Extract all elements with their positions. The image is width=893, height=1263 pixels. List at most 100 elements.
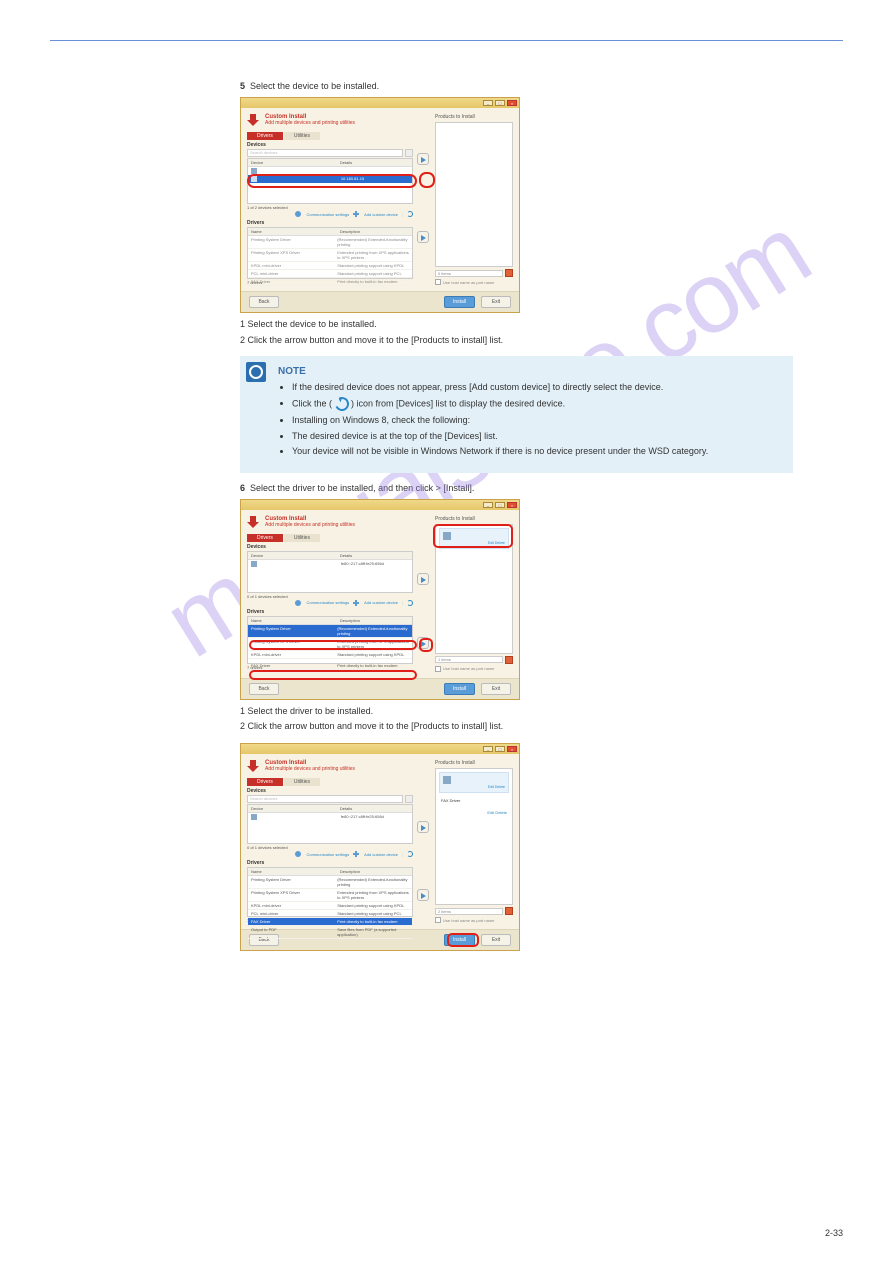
drivers-label: Drivers bbox=[247, 220, 429, 226]
product-edit-delete[interactable]: Edit Delete bbox=[487, 810, 507, 815]
note-box: NOTE If the desired device does not appe… bbox=[240, 356, 793, 472]
exit-button[interactable]: Exit bbox=[481, 683, 511, 695]
driver-row-selected[interactable]: Printing System Driver(Recommended) Exte… bbox=[248, 625, 412, 638]
tab-utilities[interactable]: Utilities bbox=[284, 778, 320, 786]
step-5-intro: 5 Select the device to be installed. bbox=[240, 81, 843, 91]
driver-row[interactable]: PCL mini-driverStandard printing support… bbox=[248, 270, 412, 278]
min-button[interactable]: – bbox=[483, 502, 493, 508]
printer-icon bbox=[251, 561, 257, 567]
add-custom-device-link[interactable]: Add custom device bbox=[364, 212, 398, 217]
device-selection-count: 0 of 1 devices selected bbox=[247, 845, 413, 850]
product-entry[interactable]: Edit Delete bbox=[439, 528, 509, 549]
move-device-right-button[interactable] bbox=[417, 821, 429, 833]
move-device-right-button[interactable] bbox=[417, 153, 429, 165]
back-button[interactable]: Back bbox=[249, 296, 279, 308]
driver-row[interactable]: KPDL mini-driverStandard printing suppor… bbox=[248, 262, 412, 270]
move-device-right-button[interactable] bbox=[417, 573, 429, 585]
driver-row[interactable]: Output to PDFSave files from PDF (a supp… bbox=[248, 926, 412, 939]
comm-settings-link[interactable]: Communication settings bbox=[306, 852, 349, 857]
col-device: Device bbox=[248, 159, 337, 166]
device-search[interactable]: Search devices bbox=[247, 795, 403, 803]
use-hostname-label: Use host name as port name bbox=[443, 918, 494, 923]
driver-row[interactable]: KPDL mini-driverStandard printing suppor… bbox=[248, 902, 412, 910]
exit-button[interactable]: Exit bbox=[481, 934, 511, 946]
use-hostname-checkbox[interactable] bbox=[435, 279, 441, 285]
download-icon bbox=[247, 516, 261, 530]
devices-label: Devices bbox=[247, 544, 429, 550]
add-device-icon bbox=[353, 851, 359, 857]
step-5a: 1 Select the device to be installed. bbox=[240, 319, 843, 331]
delete-button[interactable] bbox=[505, 656, 513, 664]
product-edit-delete[interactable]: Edit Delete bbox=[443, 785, 505, 789]
close-button[interactable]: × bbox=[507, 502, 517, 508]
back-button[interactable]: Back bbox=[249, 683, 279, 695]
tab-drivers[interactable]: Drivers bbox=[247, 534, 283, 542]
products-list: Edit Delete FAX Driver Edit Delete bbox=[435, 768, 513, 905]
refresh-icon[interactable] bbox=[407, 211, 413, 217]
comm-settings-link[interactable]: Communication settings bbox=[306, 600, 349, 605]
tab-utilities[interactable]: Utilities bbox=[284, 132, 320, 140]
search-icon[interactable] bbox=[405, 795, 413, 803]
driver-row[interactable]: Printing System XPS DriverExtended print… bbox=[248, 889, 412, 902]
driver-row[interactable]: PCL mini-driverStandard printing support… bbox=[248, 910, 412, 918]
header-rule bbox=[50, 40, 843, 41]
wizard-subtitle: Add multiple devices and printing utilit… bbox=[265, 522, 355, 528]
delete-button[interactable] bbox=[505, 269, 513, 277]
add-custom-device-link[interactable]: Add custom device bbox=[364, 600, 398, 605]
move-driver-right-button[interactable] bbox=[417, 637, 429, 649]
note-bullet: Installing on Windows 8, check the follo… bbox=[292, 414, 781, 427]
device-row-selected[interactable]: 10.180.81.15 bbox=[248, 175, 412, 183]
exit-button[interactable]: Exit bbox=[481, 296, 511, 308]
move-driver-right-button[interactable] bbox=[417, 889, 429, 901]
min-button[interactable]: – bbox=[483, 100, 493, 106]
device-row[interactable] bbox=[248, 167, 412, 175]
driver-row[interactable]: Printing System Driver(Recommended) Exte… bbox=[248, 236, 412, 249]
step-6a: 1 Select the driver to be installed. bbox=[240, 706, 843, 718]
driver-row-fax-selected[interactable]: FAX DriverPrint directly to built-in fax… bbox=[248, 918, 412, 926]
driver-row[interactable]: Printing System XPS DriverExtended print… bbox=[248, 249, 412, 262]
products-to-install-label: Products to Install bbox=[435, 516, 513, 522]
tab-utilities[interactable]: Utilities bbox=[284, 534, 320, 542]
product-entry[interactable]: Edit Delete bbox=[439, 772, 509, 793]
max-button[interactable]: □ bbox=[495, 502, 505, 508]
use-hostname-checkbox[interactable] bbox=[435, 666, 441, 672]
comm-settings-icon bbox=[295, 600, 301, 606]
refresh-icon bbox=[333, 395, 351, 413]
product-entry-fax[interactable]: FAX Driver bbox=[439, 796, 509, 805]
close-button[interactable]: × bbox=[507, 746, 517, 752]
refresh-icon[interactable] bbox=[407, 851, 413, 857]
refresh-icon[interactable] bbox=[407, 600, 413, 606]
delete-button[interactable] bbox=[505, 907, 513, 915]
product-edit-delete[interactable]: Edit Delete bbox=[443, 541, 505, 545]
tab-drivers[interactable]: Drivers bbox=[247, 132, 283, 140]
device-row[interactable]: fe80::217:c8ff:fe25:656d bbox=[248, 813, 412, 821]
move-driver-right-button[interactable] bbox=[417, 231, 429, 243]
use-hostname-label: Use host name as port name bbox=[443, 280, 494, 285]
min-button[interactable]: – bbox=[483, 746, 493, 752]
add-custom-device-link[interactable]: Add custom device bbox=[364, 852, 398, 857]
install-button[interactable]: Install bbox=[444, 296, 475, 308]
col-details: Details bbox=[337, 159, 412, 166]
driver-row[interactable]: Printing System XPS DriverExtended print… bbox=[248, 638, 412, 651]
driver-row[interactable]: Printing System Driver(Recommended) Exte… bbox=[248, 876, 412, 889]
comm-settings-link[interactable]: Communication settings bbox=[306, 212, 349, 217]
install-button[interactable]: Install bbox=[444, 683, 475, 695]
driver-row-fax[interactable]: FAX DriverPrint directly to built-in fax… bbox=[248, 662, 412, 670]
close-button[interactable]: × bbox=[507, 100, 517, 106]
device-row[interactable]: fe80::217:c8ff:fe25:656d bbox=[248, 560, 412, 568]
driver-row[interactable]: KPDL mini-driverStandard printing suppor… bbox=[248, 651, 412, 659]
use-hostname-checkbox[interactable] bbox=[435, 917, 441, 923]
note-bullet: Click the ( ) icon from [Devices] list t… bbox=[292, 397, 781, 411]
items-count: 0 items bbox=[435, 270, 503, 277]
products-to-install-label: Products to Install bbox=[435, 114, 513, 120]
device-search[interactable]: Search devices bbox=[247, 149, 403, 157]
add-device-icon bbox=[353, 600, 359, 606]
comm-settings-icon bbox=[295, 211, 301, 217]
note-icon bbox=[246, 362, 266, 382]
driver-row[interactable]: FAX DriverPrint directly to built-in fax… bbox=[248, 278, 412, 286]
max-button[interactable]: □ bbox=[495, 746, 505, 752]
max-button[interactable]: □ bbox=[495, 100, 505, 106]
search-icon[interactable] bbox=[405, 149, 413, 157]
install-button[interactable]: Install bbox=[444, 934, 475, 946]
tab-drivers[interactable]: Drivers bbox=[247, 778, 283, 786]
